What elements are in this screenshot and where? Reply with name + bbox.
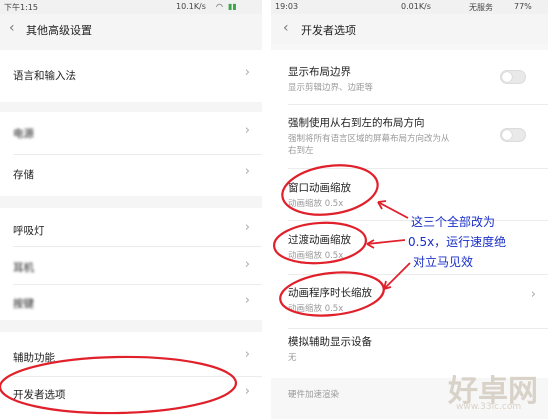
item-label: 强制使用从右到左的布局方向 bbox=[288, 117, 425, 129]
item-label: 按键 bbox=[13, 298, 34, 310]
left-screen: 下午1:15 10.1K/s ◠ ▮▮ ‹ 其他高级设置 语言和输入法 › 电源… bbox=[0, 0, 262, 419]
annotation-line-3: 对立马见效 bbox=[413, 255, 474, 269]
setting-window-animation-scale[interactable]: 窗口动画缩放 动画缩放 0.5x bbox=[271, 168, 548, 220]
item-label: 窗口动画缩放 bbox=[288, 182, 351, 194]
item-summary: 显示剪辑边界、边距等 bbox=[288, 83, 374, 93]
chevron-right-icon: › bbox=[244, 293, 250, 308]
chevron-right-icon: › bbox=[244, 164, 250, 179]
status-carrier: 无服务 bbox=[469, 3, 493, 12]
title-bar: ‹ 开发者选项 bbox=[271, 14, 548, 44]
layout-bounds-toggle[interactable] bbox=[500, 70, 526, 84]
annotation-line-2: 0.5x，运行速度绝 bbox=[408, 235, 507, 249]
item-label: 语言和输入法 bbox=[13, 70, 76, 82]
chevron-right-icon: › bbox=[244, 123, 250, 138]
right-screen: 19:03 0.01K/s 无服务 77% ‹ 开发者选项 显示布局边界 显示剪… bbox=[271, 0, 548, 419]
item-label: 耳机 bbox=[13, 262, 34, 274]
chevron-right-icon: › bbox=[244, 65, 250, 80]
wifi-icon: ◠ bbox=[216, 2, 223, 11]
setting-animator-duration-scale[interactable]: 动画程序时长缩放 动画缩放 0.5x › bbox=[271, 274, 548, 328]
settings-group-advanced: 辅助功能 › 开发者选项 › bbox=[0, 332, 262, 419]
chevron-right-icon: › bbox=[244, 384, 250, 399]
item-label: 过渡动画缩放 bbox=[288, 234, 351, 246]
section-header: 硬件加速渲染 bbox=[288, 390, 340, 400]
item-label: 电源 bbox=[13, 128, 34, 140]
battery-icon: ▮▮ bbox=[228, 2, 237, 11]
item-summary: 强制将所有语言区域的屏幕布局方向改为从 bbox=[288, 134, 450, 144]
settings-item-storage[interactable]: 存储 › bbox=[0, 154, 262, 196]
status-time: 19:03 bbox=[275, 2, 299, 11]
item-summary: 动画缩放 0.5x bbox=[288, 304, 344, 314]
chevron-right-icon: › bbox=[244, 257, 250, 272]
chevron-right-icon: › bbox=[244, 220, 250, 235]
settings-item-developer-options[interactable]: 开发者选项 › bbox=[0, 376, 262, 419]
settings-item-buttons[interactable]: 按键 › bbox=[0, 284, 262, 320]
item-label: 显示布局边界 bbox=[288, 66, 351, 78]
item-summary: 无 bbox=[288, 353, 297, 363]
chevron-right-icon: › bbox=[530, 287, 536, 302]
item-summary: 动画缩放 0.5x bbox=[288, 251, 344, 261]
settings-group-device: 电源 › 存储 › bbox=[0, 112, 262, 196]
settings-group-hardware: 呼吸灯 › 耳机 › 按键 › bbox=[0, 208, 262, 320]
status-time: 下午1:15 bbox=[4, 3, 38, 12]
item-summary: 动画缩放 0.5x bbox=[288, 199, 344, 209]
settings-item-power[interactable]: 电源 › bbox=[0, 112, 262, 154]
settings-item-led[interactable]: 呼吸灯 › bbox=[0, 208, 262, 246]
back-arrow-icon[interactable]: ‹ bbox=[9, 20, 15, 36]
annotation-line-1: 这三个全部改为 bbox=[411, 215, 496, 229]
status-bar: 下午1:15 10.1K/s ◠ ▮▮ bbox=[0, 0, 262, 14]
setting-show-layout-bounds[interactable]: 显示布局边界 显示剪辑边界、边距等 bbox=[271, 50, 548, 104]
settings-item-headset[interactable]: 耳机 › bbox=[0, 246, 262, 284]
title-bar: ‹ 其他高级设置 bbox=[0, 14, 262, 44]
item-label: 呼吸灯 bbox=[13, 225, 45, 237]
settings-item-language[interactable]: 语言和输入法 › bbox=[0, 50, 262, 102]
status-speed: 0.01K/s bbox=[401, 2, 431, 11]
setting-force-rtl[interactable]: 强制使用从右到左的布局方向 强制将所有语言区域的屏幕布局方向改为从 右到左 bbox=[271, 104, 548, 168]
status-battery: 77% bbox=[514, 2, 532, 11]
item-label: 模拟辅助显示设备 bbox=[288, 336, 372, 348]
settings-item-accessibility[interactable]: 辅助功能 › bbox=[0, 332, 262, 376]
status-speed: 10.1K/s bbox=[176, 2, 206, 11]
panel-gap bbox=[262, 0, 271, 419]
page-title: 其他高级设置 bbox=[26, 24, 92, 37]
force-rtl-toggle[interactable] bbox=[500, 128, 526, 142]
chevron-right-icon: › bbox=[244, 347, 250, 362]
item-label: 开发者选项 bbox=[13, 389, 66, 401]
item-label: 动画程序时长缩放 bbox=[288, 287, 372, 299]
item-summary-cont: 右到左 bbox=[288, 146, 314, 156]
page-title: 开发者选项 bbox=[301, 24, 356, 37]
item-label: 存储 bbox=[13, 169, 34, 181]
back-arrow-icon[interactable]: ‹ bbox=[283, 20, 289, 36]
watermark-url: www.33lc.com bbox=[456, 402, 522, 412]
status-bar: 19:03 0.01K/s 无服务 77% bbox=[271, 0, 548, 14]
item-label: 辅助功能 bbox=[13, 352, 55, 364]
